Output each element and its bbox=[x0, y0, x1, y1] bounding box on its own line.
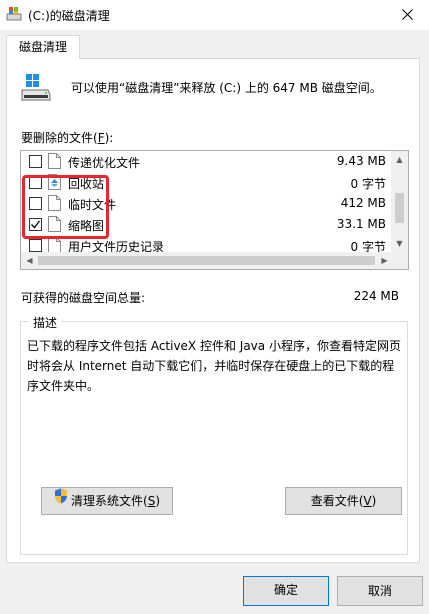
title-bar: (C:)的磁盘清理 bbox=[0, 0, 429, 30]
horizontal-scroll-thumb[interactable] bbox=[38, 256, 375, 265]
horizontal-scrollbar[interactable]: ◀ ▶ bbox=[21, 252, 408, 269]
file-size: 33.1 MB bbox=[336, 217, 386, 231]
intro-text: 可以使用“磁盘清理”来释放 (C:) 上的 647 MB 磁盘空间。 bbox=[71, 81, 382, 95]
ok-button[interactable]: 确定 bbox=[243, 576, 329, 606]
total-space-label: 可获得的磁盘空间总量: bbox=[21, 291, 146, 305]
file-icon bbox=[48, 153, 61, 169]
files-label-suffix: ): bbox=[104, 131, 114, 145]
scroll-left-arrow-icon[interactable]: ◀ bbox=[21, 252, 38, 269]
file-size: 0 字节 bbox=[350, 177, 386, 191]
files-label-prefix: 要删除的文件( bbox=[21, 131, 98, 145]
checkbox[interactable] bbox=[29, 239, 42, 252]
list-item[interactable]: 传递优化文件 9.43 MB bbox=[21, 151, 392, 172]
clean-system-label-prefix: 清理系统文件( bbox=[71, 494, 148, 508]
scroll-down-arrow-icon[interactable]: ▼ bbox=[391, 235, 408, 252]
clean-system-files-button[interactable]: 清理系统文件(S) bbox=[41, 487, 173, 515]
scroll-right-arrow-icon[interactable]: ▶ bbox=[376, 252, 393, 269]
files-label-accel: F bbox=[97, 131, 105, 145]
file-icon bbox=[48, 237, 61, 253]
description-title: 描述 bbox=[29, 314, 62, 331]
files-to-delete-label: 要删除的文件(F): bbox=[21, 129, 113, 146]
file-name: 传递优化文件 bbox=[68, 156, 141, 170]
window-title: (C:)的磁盘清理 bbox=[28, 9, 110, 23]
view-files-label-accel: V bbox=[363, 494, 372, 508]
view-files-label-prefix: 查看文件( bbox=[310, 494, 364, 508]
description-text: 已下载的程序文件包括 ActiveX 控件和 Java 小程序，你查看特定网页时… bbox=[27, 339, 401, 393]
checkbox[interactable] bbox=[29, 155, 42, 168]
drive-icon bbox=[20, 73, 52, 101]
cancel-button-label: 取消 bbox=[367, 584, 392, 598]
cancel-button[interactable]: 取消 bbox=[337, 576, 423, 606]
total-space-value: 224 MB bbox=[353, 289, 399, 303]
ok-button-label: 确定 bbox=[273, 583, 298, 597]
tab-label: 磁盘清理 bbox=[18, 40, 67, 54]
tab-disk-cleanup[interactable]: 磁盘清理 bbox=[6, 35, 80, 59]
uac-shield-icon bbox=[54, 487, 68, 513]
clean-system-label-suffix: ) bbox=[155, 494, 160, 508]
close-button[interactable] bbox=[385, 0, 429, 30]
file-size: 412 MB bbox=[340, 196, 386, 210]
view-files-label-suffix: ) bbox=[371, 494, 377, 508]
vertical-scroll-thumb[interactable] bbox=[395, 193, 404, 223]
description-group: 描述 已下载的程序文件包括 ActiveX 控件和 Java 小程序，你查看特定… bbox=[20, 314, 408, 555]
disk-cleanup-app-icon bbox=[6, 6, 22, 22]
highlight-annotation-box bbox=[22, 175, 109, 239]
vertical-scrollbar[interactable]: ▲ ▼ bbox=[391, 151, 408, 252]
disk-cleanup-panel: 可以使用“磁盘清理”来释放 (C:) 上的 647 MB 磁盘空间。 要删除的文… bbox=[6, 58, 420, 563]
view-files-button[interactable]: 查看文件(V) bbox=[285, 487, 402, 515]
file-size: 9.43 MB bbox=[336, 154, 386, 168]
scroll-up-arrow-icon[interactable]: ▲ bbox=[391, 151, 408, 168]
close-icon bbox=[401, 9, 413, 20]
